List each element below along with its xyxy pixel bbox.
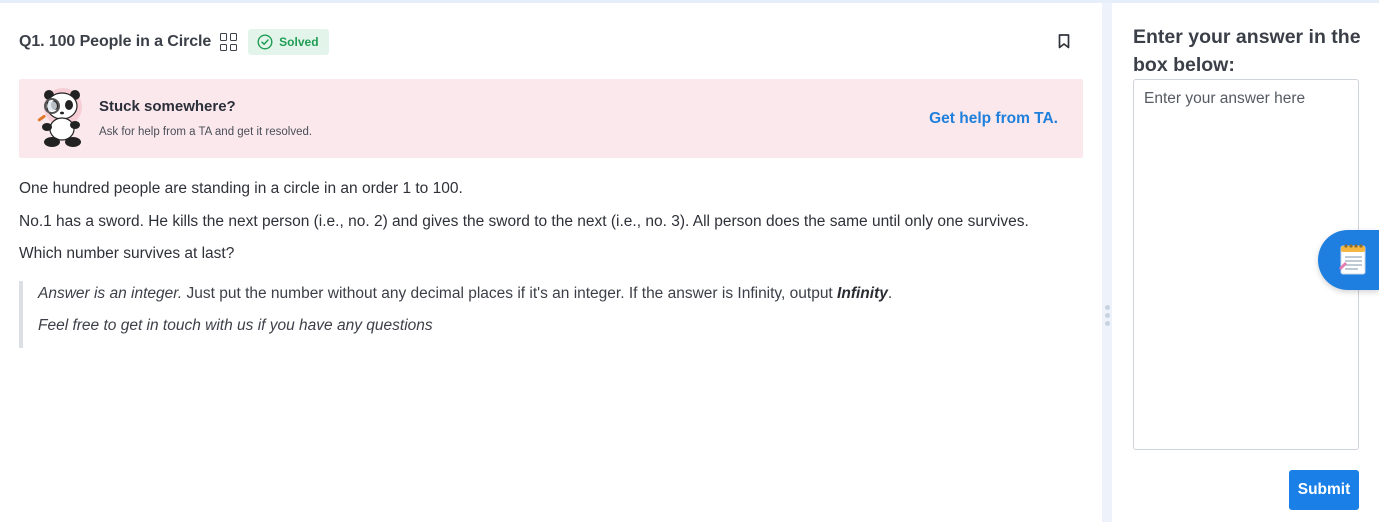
problem-statement: One hundred people are standing in a cir… [19, 179, 1079, 277]
status-badge: Solved [248, 29, 329, 55]
answer-format-note: Answer is an integer. Just put the numbe… [19, 281, 1079, 348]
answer-format-lead: Answer is an integer. [38, 285, 183, 302]
panda-mascot-icon [37, 88, 82, 147]
help-banner: Stuck somewhere? Ask for help from a TA … [19, 79, 1083, 158]
answer-format-line: Answer is an integer. Just put the numbe… [38, 284, 892, 304]
question-panel: Q1. 100 People in a Circle Solved Stuck … [0, 3, 1102, 522]
answer-format-end: . [887, 285, 893, 302]
help-banner-title: Stuck somewhere? [99, 98, 236, 115]
bookmark-icon[interactable] [1058, 34, 1070, 49]
answer-heading: Enter your answer in the box below: [1133, 26, 1361, 76]
drag-handle-icon[interactable] [1104, 305, 1110, 327]
check-circle-icon [257, 34, 273, 50]
status-badge-label: Solved [279, 35, 319, 49]
problem-paragraph: Which number survives at last? [19, 245, 235, 262]
contact-note: Feel free to get in touch with us if you… [38, 317, 433, 334]
submit-button[interactable]: Submit [1289, 470, 1359, 510]
grid-icon[interactable] [220, 33, 238, 51]
notes-button[interactable] [1318, 230, 1379, 290]
answer-format-emphasis: Infinity [837, 285, 888, 302]
question-title: Q1. 100 People in a Circle [19, 33, 212, 50]
question-header: Q1. 100 People in a Circle Solved [19, 28, 329, 56]
panel-divider[interactable] [1102, 3, 1112, 522]
problem-paragraph: No.1 has a sword. He kills the next pers… [19, 212, 1029, 230]
help-banner-subtitle: Ask for help from a TA and get it resolv… [99, 126, 313, 138]
problem-paragraph: One hundred people are standing in a cir… [19, 180, 463, 197]
notes-icon [1339, 244, 1366, 275]
answer-format-text: Just put the number without any decimal … [182, 285, 838, 302]
get-help-link[interactable]: Get help from TA. [929, 110, 1058, 128]
